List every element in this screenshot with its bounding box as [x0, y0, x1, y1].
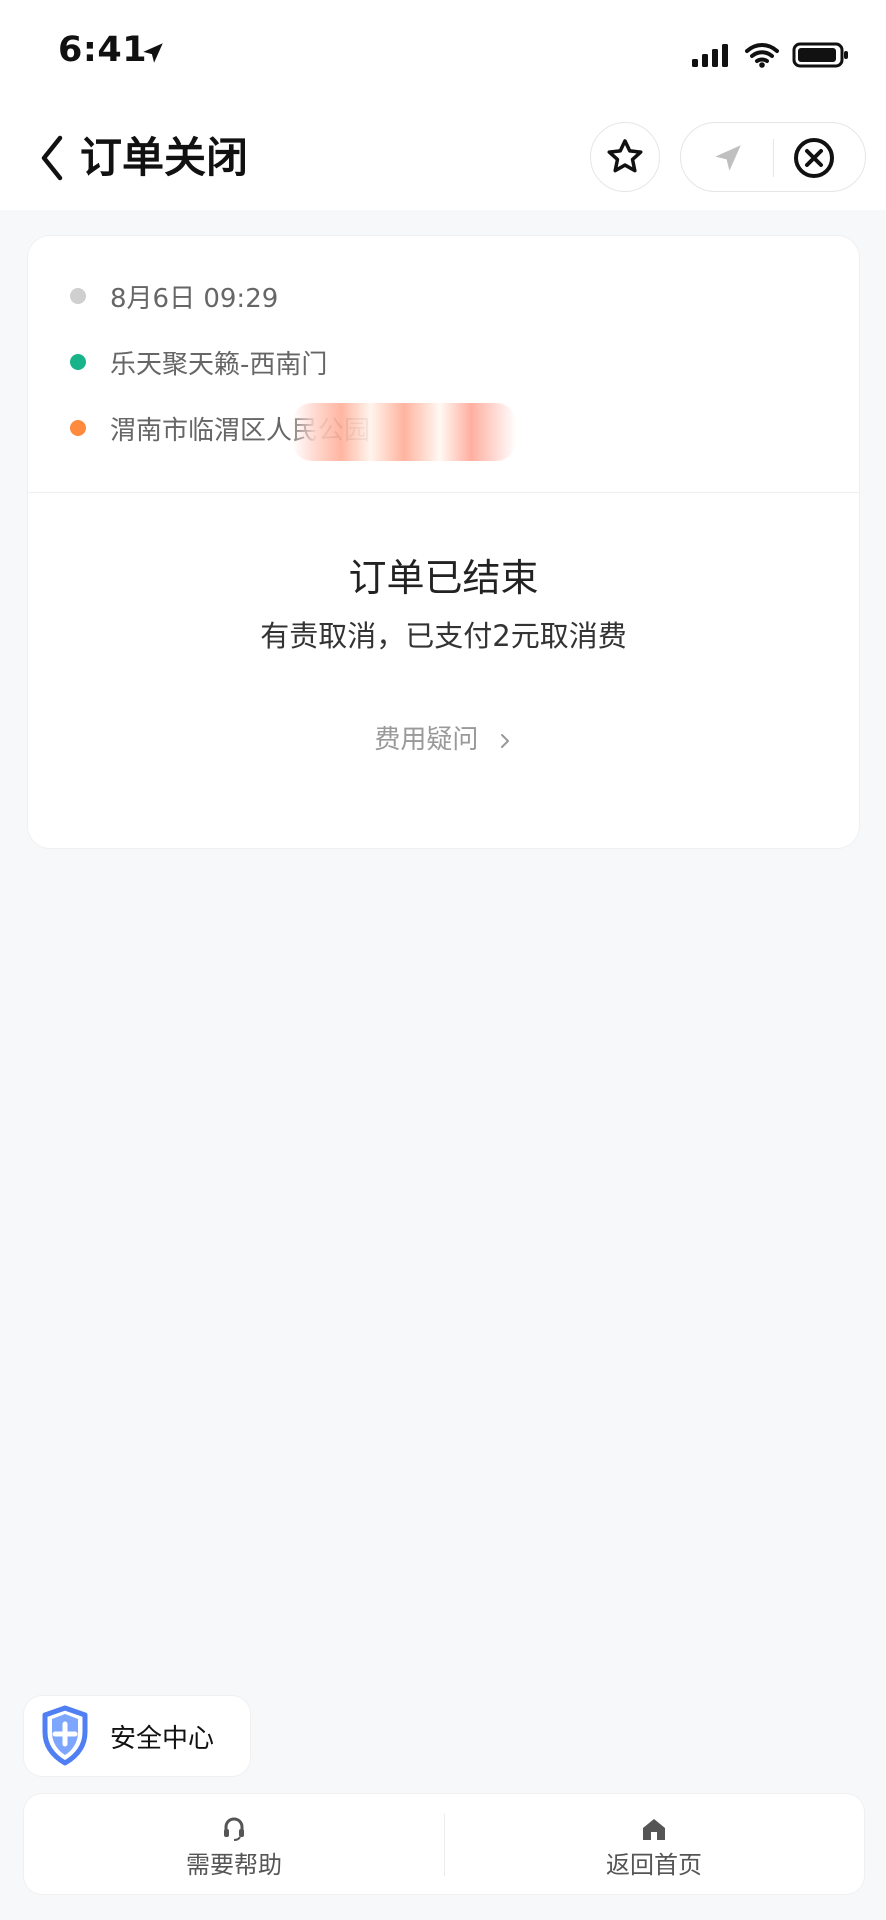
navigation-icon: [715, 145, 741, 171]
home-icon: [643, 1819, 665, 1840]
wifi-icon: [745, 43, 779, 68]
trip-time: 8月6日 09:29: [110, 283, 279, 314]
shield-plus-icon: [42, 1705, 88, 1766]
card-divider: [28, 492, 859, 493]
status-indicators: [690, 38, 850, 72]
status-time: 6:41: [58, 30, 148, 70]
order-status-subtitle: 有责取消，已支付2元取消费: [260, 619, 627, 653]
mini-program-capsule: [680, 122, 866, 192]
bottom-action-bar: 需要帮助 返回首页: [24, 1794, 864, 1894]
start-point-icon: [70, 354, 86, 370]
safety-center-button[interactable]: 安全中心: [24, 1696, 250, 1776]
chevron-right-icon: [500, 733, 509, 748]
headset-icon: [224, 1817, 244, 1841]
end-point-icon: [70, 420, 86, 436]
order-card: 8月6日 09:29 乐天聚天籁-西南门 渭南市临渭区人民公园 订单已结束 有责…: [28, 236, 859, 848]
need-help-button[interactable]: 需要帮助: [24, 1794, 444, 1894]
order-closed-page: 6:41 订单关闭 8月6日 09:29 乐天聚天籁-西南门 渭南市临渭区人民公…: [0, 0, 886, 1920]
page-title: 订单关闭: [80, 133, 249, 182]
favorite-button[interactable]: [590, 122, 660, 192]
capsule-divider: [773, 139, 774, 177]
fee-question-label: 费用疑问: [374, 725, 479, 755]
trip-end-row: 渭南市临渭区人民公园: [70, 402, 516, 461]
safety-center-label: 安全中心: [110, 1723, 215, 1754]
trip-start-row: 乐天聚天籁-西南门: [70, 342, 327, 382]
back-button[interactable]: [30, 128, 74, 188]
order-status-block: 订单已结束 有责取消，已支付2元取消费: [28, 552, 859, 656]
clock-icon: [70, 288, 86, 304]
status-bar: 6:41: [0, 0, 886, 106]
battery-icon: [792, 42, 848, 68]
chevron-left-icon: [41, 135, 63, 181]
star-icon: [607, 139, 643, 173]
need-help-label: 需要帮助: [186, 1851, 282, 1879]
order-status-title: 订单已结束: [348, 556, 539, 600]
location-arrow-icon: [143, 43, 163, 63]
address-redaction-mark: [292, 402, 516, 461]
start-location: 乐天聚天籁-西南门: [110, 349, 328, 380]
return-home-label: 返回首页: [606, 1851, 702, 1879]
signal-icon: [692, 44, 728, 67]
return-home-button[interactable]: 返回首页: [444, 1794, 864, 1894]
navigation-button[interactable]: [701, 131, 755, 185]
navigation-bar: 订单关闭: [0, 106, 886, 210]
close-button[interactable]: [787, 131, 841, 185]
trip-time-row: 8月6日 09:29: [70, 276, 278, 316]
end-location: 渭南市临渭区人民公园: [110, 402, 516, 461]
close-circle-icon: [794, 138, 834, 178]
fee-question-link[interactable]: 费用疑问: [28, 722, 859, 758]
